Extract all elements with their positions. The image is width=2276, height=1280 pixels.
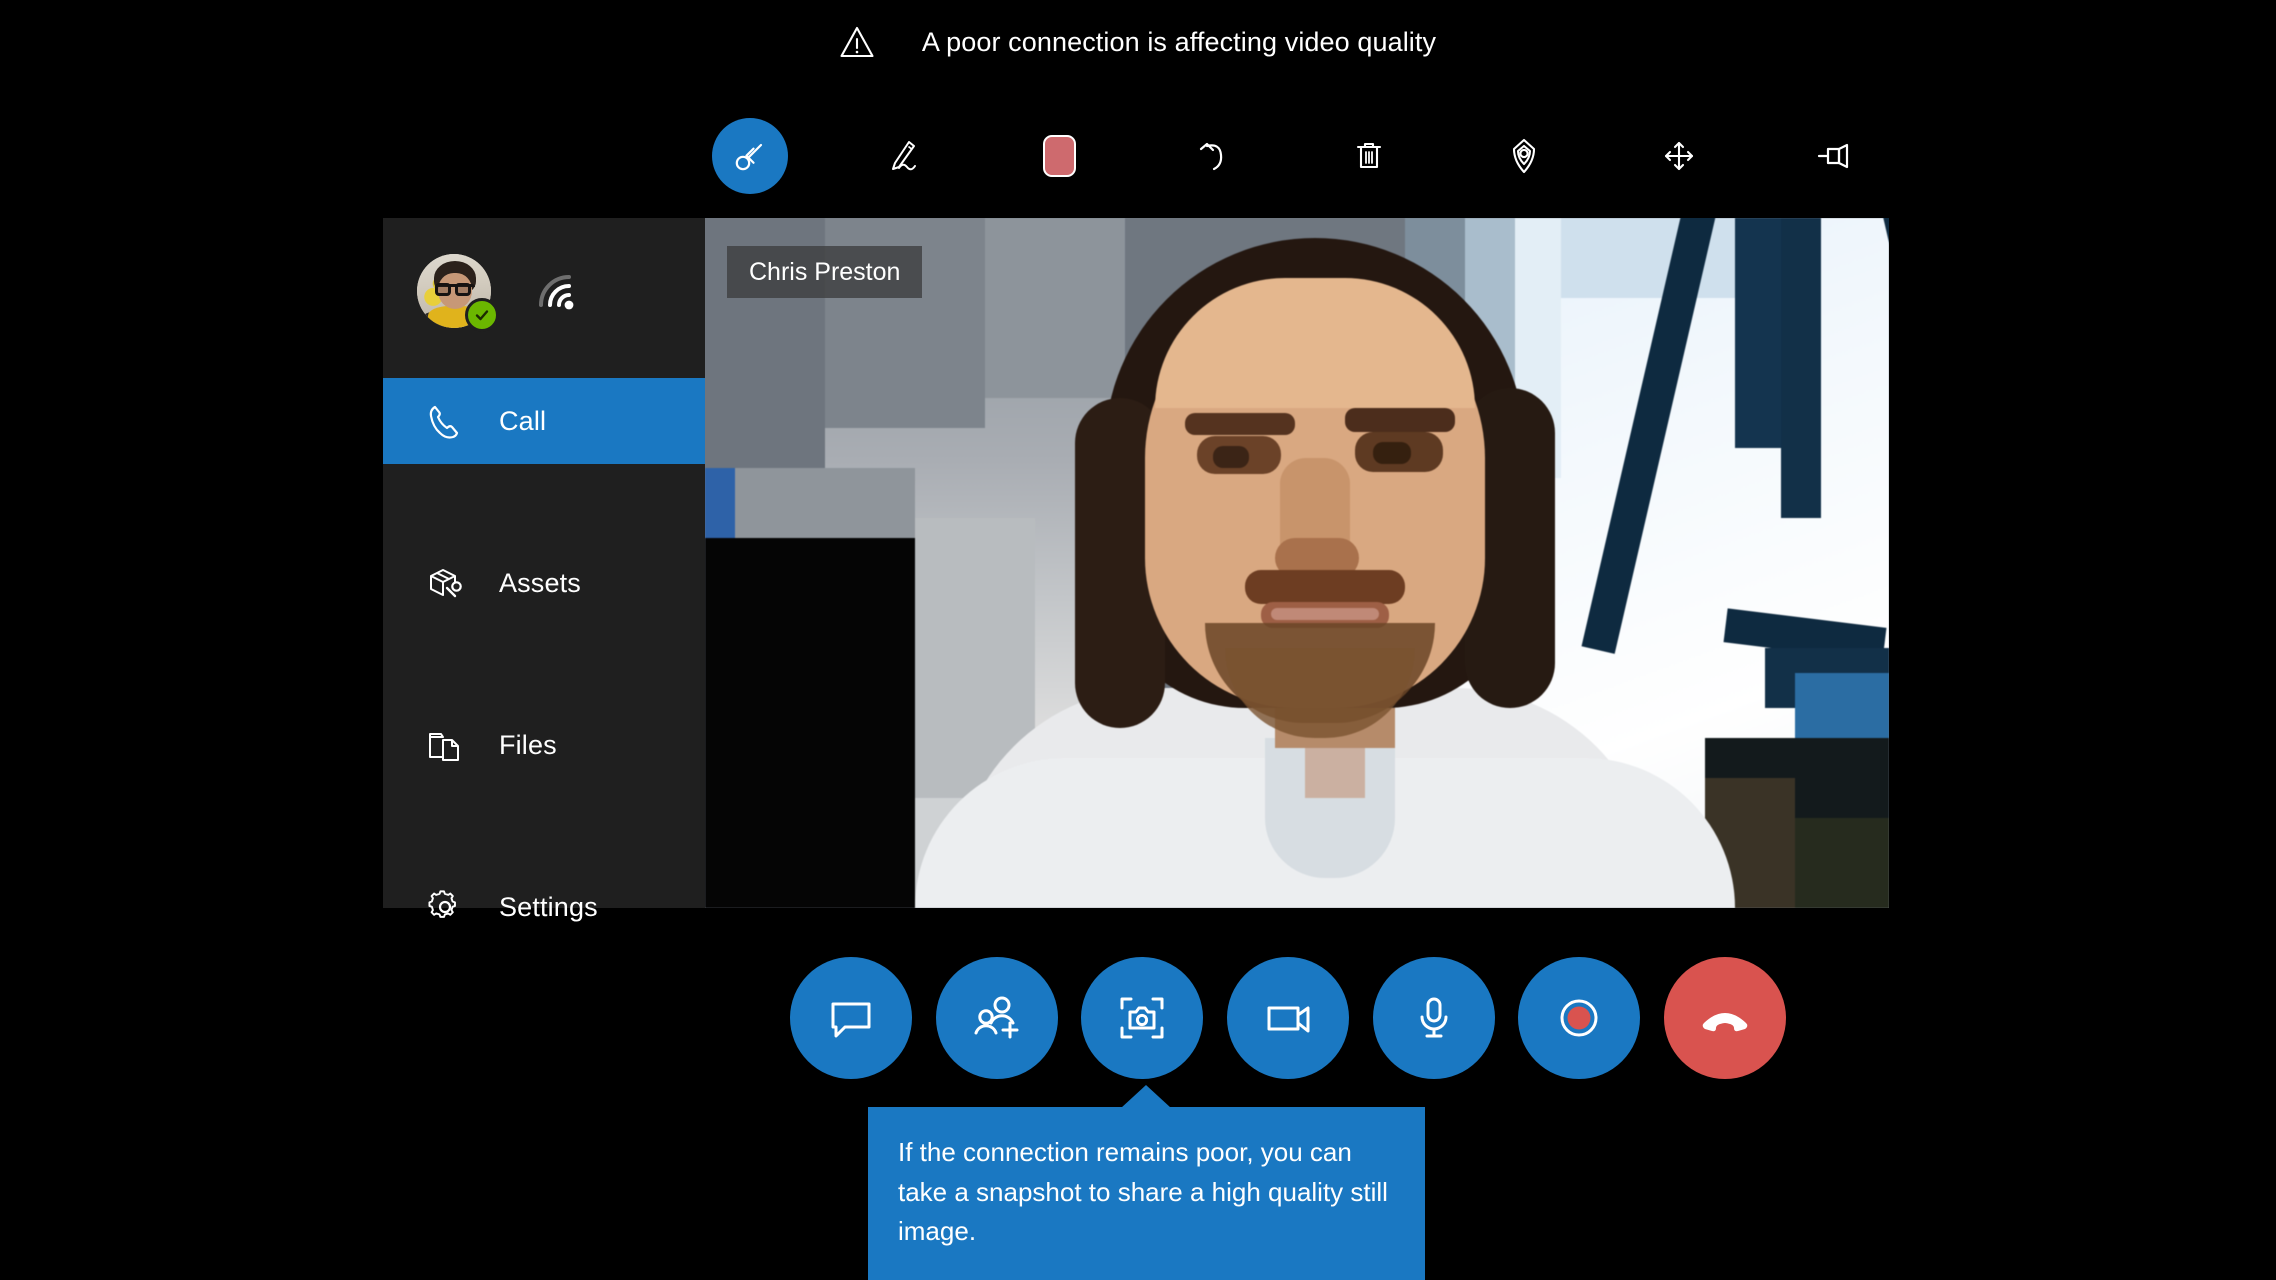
- sidebar-item-settings[interactable]: Settings: [383, 864, 705, 950]
- add-person-icon: [969, 990, 1025, 1046]
- warning-triangle-icon: [840, 26, 874, 58]
- video-button[interactable]: [1226, 957, 1349, 1079]
- sidebar-item-files[interactable]: Files: [383, 702, 705, 788]
- chat-button[interactable]: [790, 957, 912, 1079]
- sidebar-item-label: Assets: [499, 567, 581, 598]
- chat-bubble-icon: [824, 991, 878, 1045]
- sidebar-item-call[interactable]: Call: [383, 378, 705, 464]
- sidebar-nav: Call Assets Files Settings: [383, 378, 705, 950]
- sidebar-item-label: Call: [499, 405, 547, 436]
- gear-icon: [423, 885, 467, 929]
- pushpin-icon: [1813, 135, 1855, 177]
- pin-tool-button[interactable]: [1796, 118, 1872, 194]
- left-sidebar: Call Assets Files Settings: [383, 218, 705, 922]
- record-dot-icon: [1552, 991, 1606, 1045]
- move-tool-button[interactable]: [1641, 118, 1717, 194]
- sidebar-item-assets[interactable]: Assets: [383, 540, 705, 626]
- undo-arrow-icon: [1194, 135, 1236, 177]
- ink-tool-button[interactable]: [867, 118, 943, 194]
- sidebar-item-label: Settings: [499, 891, 598, 922]
- warning-message: A poor connection is affecting video qua…: [921, 26, 1437, 57]
- annotation-toolbar: [712, 118, 1872, 194]
- undo-tool-button[interactable]: [1177, 118, 1253, 194]
- arrow-into-circle-icon: [730, 136, 770, 176]
- tooltip-arrow: [1121, 1085, 1171, 1108]
- participant-name: Chris Preston: [749, 257, 901, 286]
- location-pin-icon: [1503, 135, 1545, 177]
- microphone-icon: [1407, 991, 1461, 1045]
- snapshot-camera-icon: [1114, 990, 1170, 1046]
- video-camera-icon: [1260, 990, 1316, 1046]
- snapshot-tooltip: If the connection remains poor, you can …: [868, 1107, 1425, 1280]
- box-wrench-icon: [423, 561, 467, 605]
- video-frame-image: [705, 218, 1889, 908]
- color-swatch-icon: [1043, 135, 1077, 177]
- profile-row: [383, 246, 705, 336]
- pen-icon: [885, 136, 925, 176]
- avatar[interactable]: [417, 254, 499, 332]
- connection-warning-banner: A poor connection is affecting video qua…: [0, 0, 2276, 84]
- record-button[interactable]: [1518, 957, 1641, 1079]
- snapshot-button[interactable]: [1081, 957, 1204, 1079]
- check-badge-icon: [465, 298, 499, 332]
- mute-button[interactable]: [1372, 957, 1495, 1079]
- select-tool-button[interactable]: [712, 118, 788, 194]
- remote-assist-app: A poor connection is affecting video qua…: [0, 0, 2276, 1280]
- call-controls-bar: [790, 947, 1786, 1089]
- phone-icon: [423, 399, 467, 443]
- video-feed[interactable]: Chris Preston: [705, 218, 1889, 908]
- participant-name-tag: Chris Preston: [727, 246, 923, 298]
- tooltip-text: If the connection remains poor, you can …: [898, 1137, 1388, 1247]
- end-call-button[interactable]: [1663, 957, 1786, 1079]
- add-people-button[interactable]: [935, 957, 1058, 1079]
- delete-tool-button[interactable]: [1331, 118, 1407, 194]
- move-four-arrows-icon: [1658, 135, 1700, 177]
- arrow-tool-button[interactable]: [1486, 118, 1562, 194]
- end-call-handset-icon: [1696, 989, 1754, 1047]
- color-tool-button[interactable]: [1022, 118, 1098, 194]
- trash-icon: [1349, 136, 1389, 176]
- sidebar-item-label: Files: [499, 729, 557, 760]
- signal-strength-icon: [531, 269, 579, 313]
- folder-document-icon: [423, 723, 467, 767]
